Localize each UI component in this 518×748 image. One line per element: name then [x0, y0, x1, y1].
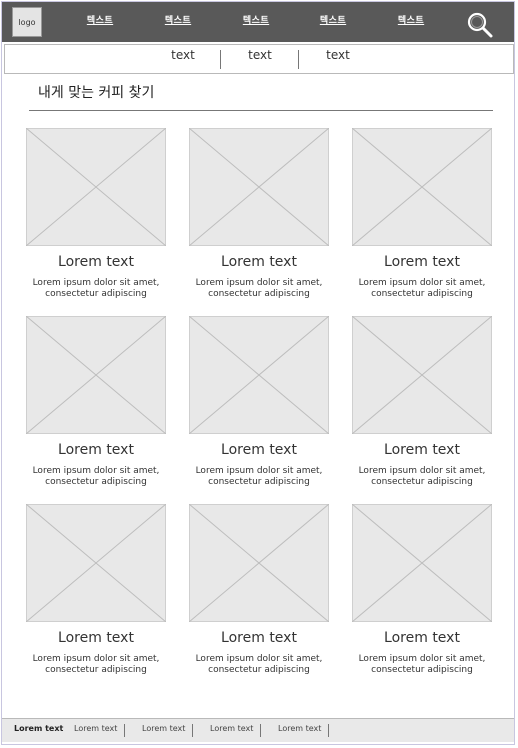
nav-item-1[interactable]: 텍스트	[73, 13, 127, 26]
card-description: Lorem ipsum dolor sit amet, consectetur a…	[195, 654, 323, 675]
footer-divider	[124, 724, 125, 737]
subnav-item-2[interactable]: text	[222, 48, 298, 62]
card-title: Lorem text	[58, 254, 134, 270]
image-placeholder	[189, 504, 329, 622]
card-description: Lorem ipsum dolor sit amet, consectetur a…	[32, 654, 160, 675]
card-description: Lorem ipsum dolor sit amet, consectetur a…	[358, 278, 486, 299]
top-navigation-bar: logo 텍스트 텍스트 텍스트 텍스트 텍스트	[2, 2, 514, 42]
logo[interactable]: logo	[12, 7, 42, 37]
card-description: Lorem ipsum dolor sit amet, consectetur a…	[32, 278, 160, 299]
image-placeholder	[352, 504, 492, 622]
subnav-divider	[298, 50, 299, 69]
product-card[interactable]: Lorem text Lorem ipsum dolor sit amet, co…	[189, 504, 329, 675]
card-title: Lorem text	[384, 254, 460, 270]
product-card[interactable]: Lorem text Lorem ipsum dolor sit amet, co…	[26, 316, 166, 487]
card-title: Lorem text	[58, 630, 134, 646]
nav-item-5[interactable]: 텍스트	[384, 13, 438, 26]
card-title: Lorem text	[58, 442, 134, 458]
image-placeholder	[352, 128, 492, 246]
card-title: Lorem text	[384, 442, 460, 458]
card-title: Lorem text	[221, 442, 297, 458]
product-card[interactable]: Lorem text Lorem ipsum dolor sit amet, co…	[189, 128, 329, 299]
subnav-divider	[220, 50, 221, 69]
image-placeholder	[352, 316, 492, 434]
sub-navigation: text text text	[4, 44, 514, 74]
card-description: Lorem ipsum dolor sit amet, consectetur a…	[358, 654, 486, 675]
nav-item-3[interactable]: 텍스트	[229, 13, 283, 26]
image-placeholder	[26, 504, 166, 622]
footer-divider	[260, 724, 261, 737]
nav-item-4[interactable]: 텍스트	[306, 13, 360, 26]
product-card[interactable]: Lorem text Lorem ipsum dolor sit amet, co…	[352, 316, 492, 487]
footer-divider	[192, 724, 193, 737]
card-description: Lorem ipsum dolor sit amet, consectetur a…	[358, 466, 486, 487]
footer-bar: Lorem text Lorem text Lorem text Lorem t…	[2, 718, 514, 742]
card-title: Lorem text	[384, 630, 460, 646]
page-title: 내게 맞는 커피 찾기	[38, 85, 155, 101]
product-card[interactable]: Lorem text Lorem ipsum dolor sit amet, co…	[352, 128, 492, 299]
card-title: Lorem text	[221, 254, 297, 270]
title-divider	[29, 110, 493, 111]
footer-link-5[interactable]: Lorem text	[278, 724, 321, 733]
footer-link-2[interactable]: Lorem text	[74, 724, 117, 733]
footer-link-4[interactable]: Lorem text	[210, 724, 253, 733]
card-description: Lorem ipsum dolor sit amet, consectetur a…	[32, 466, 160, 487]
subnav-item-1[interactable]: text	[145, 48, 221, 62]
image-placeholder	[26, 316, 166, 434]
card-description: Lorem ipsum dolor sit amet, consectetur a…	[195, 278, 323, 299]
image-placeholder	[189, 128, 329, 246]
footer-divider	[328, 724, 329, 737]
product-card[interactable]: Lorem text Lorem ipsum dolor sit amet, co…	[26, 504, 166, 675]
product-card[interactable]: Lorem text Lorem ipsum dolor sit amet, co…	[352, 504, 492, 675]
footer-link-1[interactable]: Lorem text	[14, 724, 63, 733]
product-card[interactable]: Lorem text Lorem ipsum dolor sit amet, co…	[26, 128, 166, 299]
card-description: Lorem ipsum dolor sit amet, consectetur a…	[195, 466, 323, 487]
image-placeholder	[26, 128, 166, 246]
search-icon[interactable]	[466, 11, 494, 39]
nav-item-2[interactable]: 텍스트	[151, 13, 205, 26]
subnav-item-3[interactable]: text	[300, 48, 376, 62]
product-card[interactable]: Lorem text Lorem ipsum dolor sit amet, co…	[189, 316, 329, 487]
footer-link-3[interactable]: Lorem text	[142, 724, 185, 733]
card-title: Lorem text	[221, 630, 297, 646]
image-placeholder	[189, 316, 329, 434]
